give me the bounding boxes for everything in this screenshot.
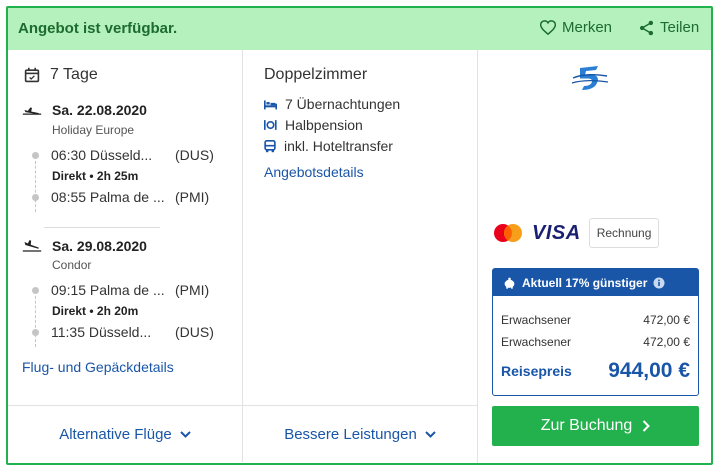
outbound-direct: Direkt • 2h 25m: [52, 169, 139, 183]
flight-column: 7 Tage Sa. 22.08.2020 Holiday Europe 06:…: [8, 50, 242, 405]
save-button[interactable]: Merken: [540, 19, 612, 36]
book-button[interactable]: Zur Buchung: [492, 406, 699, 446]
discount-banner: Aktuell 17% günstiger: [493, 269, 698, 296]
chevron-down-icon: [180, 430, 191, 438]
alternative-flights-button[interactable]: Alternative Flüge: [8, 406, 242, 462]
invoice-badge: Rechnung: [588, 218, 660, 248]
route-dot: [32, 328, 39, 336]
heart-icon: [540, 20, 556, 35]
better-services-label: Bessere Leistungen: [284, 425, 417, 443]
duration-label: 7 Tage: [50, 66, 98, 83]
bottom-actions: Alternative Flüge Bessere Leistungen: [8, 405, 477, 463]
price-column: VISA Rechnung Aktuell 17% günstiger Erwa…: [478, 50, 711, 463]
better-services-button[interactable]: Bessere Leistungen: [243, 406, 477, 462]
payment-methods: VISA Rechnung: [492, 218, 660, 248]
outbound-date: Sa. 22.08.2020: [22, 102, 147, 118]
return-airline: Condor: [52, 258, 92, 272]
discount-text: Aktuell 17% günstiger: [522, 275, 648, 290]
return-departure: 09:15 Palma de ... (PMI): [32, 282, 209, 298]
direct-label: Direkt: [52, 304, 87, 318]
outbound-arrival: 08:55 Palma de ... (PMI): [32, 189, 209, 205]
hotel-column: Doppelzimmer 7 Übernachtungen Halbpensio…: [243, 50, 477, 405]
departure-plane-icon: [22, 107, 42, 115]
price-box: Aktuell 17% günstiger Erwachsener 472,00…: [492, 268, 699, 396]
price-row: Erwachsener 472,00 €: [501, 335, 690, 349]
price-row-value: 472,00 €: [643, 313, 690, 327]
return-arrival: 11:35 Düsseld... (DUS): [32, 324, 214, 340]
return-dep-time: 09:15 Palma de ...: [51, 282, 165, 298]
calendar-icon: [24, 67, 40, 83]
flight-separator: [44, 227, 160, 228]
price-row-label: Erwachsener: [501, 335, 572, 349]
alternative-flights-label: Alternative Flüge: [59, 425, 172, 443]
total-price: Reisepreis 944,00 €: [501, 359, 690, 383]
feature-board: Halbpension: [264, 117, 363, 133]
bus-icon: [264, 139, 276, 152]
return-date-label: Sa. 29.08.2020: [52, 238, 147, 254]
info-icon[interactable]: [653, 277, 665, 289]
route-dot: [32, 193, 39, 201]
availability-status: Angebot ist verfügbar.: [18, 20, 178, 37]
outbound-date-label: Sa. 22.08.2020: [52, 102, 147, 118]
total-value: 944,00 €: [608, 359, 690, 382]
bed-icon: [264, 99, 277, 109]
outbound-dep-code: (DUS): [175, 147, 214, 163]
return-date: Sa. 29.08.2020: [22, 238, 147, 254]
outbound-airline: Holiday Europe: [52, 123, 135, 137]
flight-duration: 2h 20m: [96, 304, 139, 318]
piggy-bank-icon: [504, 277, 515, 289]
direct-label: Direkt: [52, 169, 87, 183]
offer-details-link[interactable]: Angebotsdetails: [264, 164, 364, 180]
feature-label: 7 Übernachtungen: [285, 96, 401, 112]
price-row-value: 472,00 €: [643, 335, 690, 349]
room-type: Doppelzimmer: [264, 66, 368, 83]
tour-operator-logo: [570, 64, 610, 99]
save-label: Merken: [562, 19, 613, 36]
book-label: Zur Buchung: [540, 417, 633, 434]
route-dot: [32, 151, 39, 159]
return-arr-time: 11:35 Düsseld...: [51, 324, 152, 340]
return-direct: Direkt • 2h 20m: [52, 304, 139, 318]
trip-duration: 7 Tage: [24, 66, 98, 84]
feature-label: Halbpension: [285, 117, 363, 133]
flight-duration: 2h 25m: [96, 169, 139, 183]
share-icon: [639, 20, 654, 35]
arrival-plane-icon: [22, 240, 42, 252]
share-label: Teilen: [660, 19, 700, 36]
share-button[interactable]: Teilen: [639, 19, 699, 36]
mastercard-icon: [494, 224, 522, 242]
return-dep-code: (PMI): [175, 282, 210, 298]
return-arr-code: (DUS): [175, 324, 214, 340]
outbound-dep-time: 06:30 Düsseld...: [51, 147, 153, 163]
feature-nights: 7 Übernachtungen: [264, 96, 400, 112]
offer-header: Angebot ist verfügbar. Merken Teilen: [8, 8, 711, 50]
visa-logo: VISA: [532, 221, 581, 244]
price-row-label: Erwachsener: [501, 313, 572, 327]
route-dot: [32, 286, 39, 294]
meal-icon: [264, 120, 277, 130]
total-label: Reisepreis: [501, 363, 572, 379]
chevron-right-icon: [643, 420, 651, 432]
chevron-down-icon: [425, 430, 436, 438]
outbound-arr-time: 08:55 Palma de ...: [51, 189, 165, 205]
price-row: Erwachsener 472,00 €: [501, 313, 690, 327]
offer-card: Angebot ist verfügbar. Merken Teilen 7 T…: [6, 6, 713, 465]
outbound-arr-code: (PMI): [175, 189, 210, 205]
feature-label: inkl. Hoteltransfer: [284, 138, 393, 154]
outbound-departure: 06:30 Düsseld... (DUS): [32, 147, 214, 163]
feature-transfer: inkl. Hoteltransfer: [264, 138, 393, 154]
flight-details-link[interactable]: Flug- und Gepäckdetails: [22, 359, 174, 375]
